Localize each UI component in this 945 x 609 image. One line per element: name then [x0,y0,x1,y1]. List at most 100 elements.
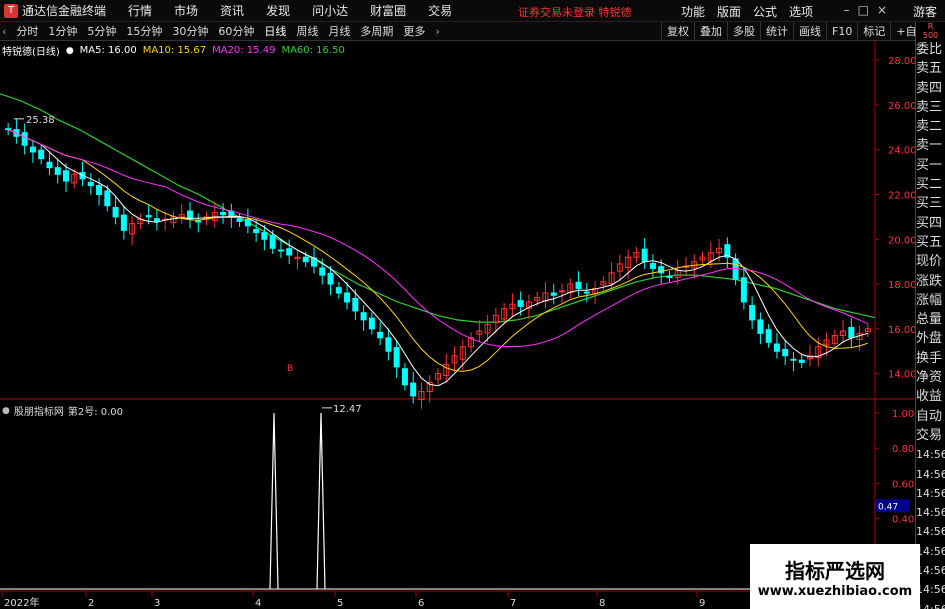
quote-label: 买五 [916,234,943,250]
candle-body [782,348,789,357]
ma5-label: MA5: 16.00 [79,45,137,56]
button-stats[interactable]: 统计 [760,22,793,41]
trade-time: 14:56 [916,448,945,462]
candle-body [393,347,400,368]
quote-labels: 委比 卖五 卖四 卖三 卖二 卖一 买一 买二 买三 买四 买五 现价 涨跌 涨幅 总量 外盘 换手 净资 收益 自动… [916,40,945,445]
candle-body [63,170,69,182]
app-title: 通达信金融终端 [22,4,107,18]
period-15min[interactable]: 15分钟 [121,23,167,39]
menu-market[interactable]: 市场 [174,2,198,19]
menu-news[interactable]: 资讯 [220,2,244,19]
candle-body [153,218,160,222]
guest-label[interactable]: 游客 [913,3,937,20]
quote-label: 买一 [916,157,943,173]
chevron-right-icon[interactable]: › [430,25,444,38]
candle-body [740,277,747,303]
period-multi[interactable]: 多周期 [355,23,398,39]
quote-label: 买二 [916,177,943,193]
app-logo-icon: T [4,3,18,18]
menu-ask[interactable]: 问小达 [312,2,348,19]
button-overlay[interactable]: 叠加 [694,22,727,41]
price-tick-label: 20.00 [888,235,915,246]
candle-body [87,181,94,187]
candle-body [550,292,557,296]
candle-body [96,185,103,196]
menu-wealth-circle[interactable]: 财富圈 [370,2,406,19]
candle-body [377,331,384,339]
candle-body [401,368,408,386]
candle-body [145,215,152,218]
period-60min[interactable]: 60分钟 [213,23,259,39]
time-tick-label: 8 [599,598,605,609]
candle-body [798,359,805,363]
menu-formula[interactable]: 公式 [753,3,777,20]
maximize-icon[interactable]: □ [858,3,869,17]
candle-body [368,317,375,330]
price-tick-label: 18.00 [888,280,915,291]
candle-body [385,337,392,352]
period-5min[interactable]: 5分钟 [82,23,121,39]
candle-body [236,218,243,222]
period-intraday[interactable]: 分时 [11,23,43,39]
panel-toggle-icon[interactable]: ‹ [0,25,11,38]
right-menu: 功能 版面 公式 选项 [681,3,825,20]
indicator-current-value: 0.47 [878,502,898,512]
panel-header: R 500 [922,22,939,40]
ma10-label: MA10: 15.67 [142,45,207,56]
minimize-icon[interactable]: – [844,3,850,17]
menu-layout[interactable]: 版面 [717,3,741,20]
ma10-line [7,129,869,372]
quote-label: 卖一 [916,138,943,154]
period-daily[interactable]: 日线 [259,23,291,39]
candle-body [112,207,119,218]
menu-market-quotes[interactable]: 行情 [128,2,152,19]
time-tick-label: 2 [88,598,94,609]
quote-label: 卖二 [916,119,943,135]
candle-body [319,267,326,276]
candle-body [104,190,111,207]
ma60-label: MA60: 16.50 [281,45,345,56]
ma5-line [7,129,869,387]
period-30min[interactable]: 30分钟 [167,23,213,39]
candle-body [765,329,772,343]
quote-label: 卖五 [916,61,943,77]
menu-options[interactable]: 选项 [789,3,813,20]
settings-dot-icon[interactable]: ● [66,46,74,56]
candle-body [773,343,780,352]
button-multi-stock[interactable]: 多股 [727,22,760,41]
period-monthly[interactable]: 月线 [323,23,355,39]
period-weekly[interactable]: 周线 [291,23,323,39]
indicator-tick-label: 1.00 [892,409,914,420]
menu-functions[interactable]: 功能 [681,3,705,20]
candle-body [253,228,260,234]
period-1min[interactable]: 1分钟 [43,23,82,39]
settings-dot-icon[interactable]: ● [2,406,10,416]
high-annotation: 25.38 [26,115,55,126]
candle-body [517,300,524,307]
time-tick-label: 5 [337,598,343,609]
trade-status-text: 证券交易未登录 特锐德 [518,6,632,19]
candle-body [360,312,367,321]
menu-trade[interactable]: 交易 [428,2,452,19]
candle-body [352,297,359,312]
indicator-name[interactable]: 股朋指标网 [14,403,64,418]
button-draw[interactable]: 画线 [793,22,826,41]
button-f10[interactable]: F10 [826,22,857,41]
button-adjust[interactable]: 复权 [661,22,694,41]
ma-legend: 特锐德(日线) ● MA5: 16.00 MA10: 15.67 MA20: 1… [2,43,345,58]
candle-body [120,214,127,231]
price-tick-label: 26.00 [888,101,915,112]
stock-label[interactable]: 特锐德(日线) [2,43,60,58]
chart-canvas[interactable]: 25.38 12.47 B 28.00 26.00 24.00 22.00 20.00 18.… [0,41,915,609]
period-more[interactable]: 更多 [398,23,430,39]
candle-body [749,305,756,321]
menu-discover[interactable]: 发现 [266,2,290,19]
signal-marker: B [287,364,293,374]
candle-body [335,287,342,294]
button-mark[interactable]: 标记 [857,22,890,41]
indicator-tick-label: 0.60 [892,479,914,490]
quote-label: 委比 [916,42,943,57]
price-tick-label: 24.00 [888,146,915,157]
close-icon[interactable]: × [877,3,887,17]
trade-time: 14:56 [916,583,945,597]
